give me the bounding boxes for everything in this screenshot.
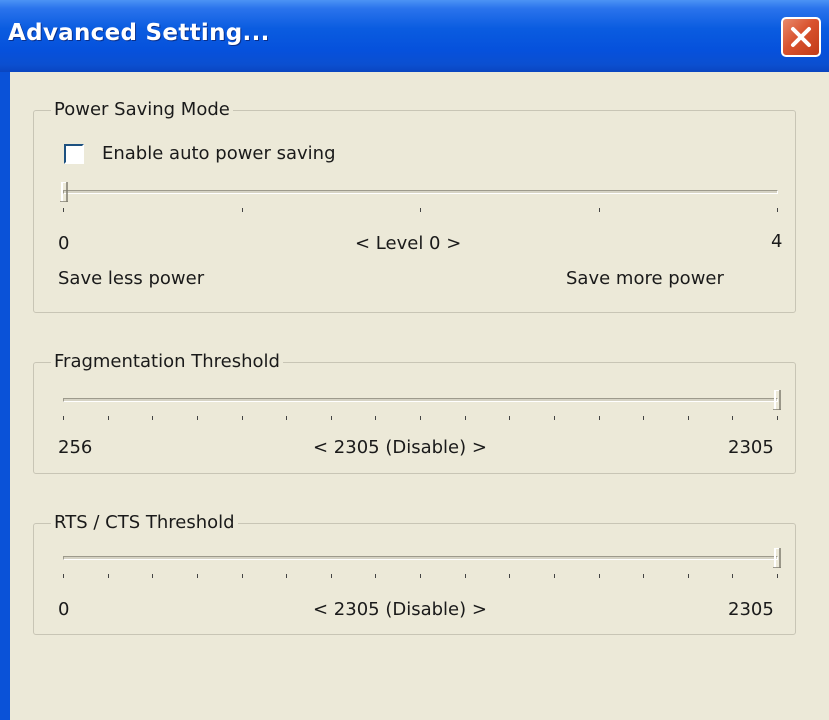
rts-cts-value-label: < 2305 (Disable) > (313, 599, 487, 620)
slider-tick (688, 574, 689, 578)
slider-tick (732, 574, 733, 578)
slider-tick (465, 416, 466, 420)
auto-power-saving-label[interactable]: Enable auto power saving (102, 144, 336, 164)
power-level-value-label: < Level 0 > (355, 233, 462, 254)
slider-tick (242, 574, 243, 578)
window-title: Advanced Setting... (8, 20, 270, 46)
slider-tick (242, 208, 243, 212)
slider-tick (732, 416, 733, 420)
power-level-slider-track[interactable] (63, 190, 778, 194)
slider-tick (331, 416, 332, 420)
slider-tick (554, 574, 555, 578)
fragmentation-slider-track[interactable] (63, 398, 778, 402)
slider-tick (108, 574, 109, 578)
slider-tick (152, 416, 153, 420)
auto-power-saving-checkbox[interactable] (64, 144, 84, 164)
power-level-slider-thumb[interactable] (60, 182, 68, 202)
rts-cts-max-label: 2305 (728, 599, 774, 620)
slider-tick (643, 574, 644, 578)
slider-tick (197, 574, 198, 578)
slider-tick (286, 574, 287, 578)
close-icon (791, 27, 811, 47)
slider-tick (599, 208, 600, 212)
slider-tick (420, 574, 421, 578)
slider-tick (242, 416, 243, 420)
slider-tick (152, 574, 153, 578)
power-level-max-label: 4 (771, 231, 783, 252)
slider-tick (509, 416, 510, 420)
slider-tick (331, 574, 332, 578)
slider-tick (63, 574, 64, 578)
advanced-setting-window: Advanced Setting... Power Saving Mode En… (0, 0, 829, 720)
fragmentation-max-label: 2305 (728, 437, 774, 458)
dialog-client-area: Power Saving Mode Enable auto power savi… (10, 72, 829, 720)
slider-tick (420, 416, 421, 420)
slider-tick (420, 208, 421, 212)
power-saving-group-label: Power Saving Mode (51, 100, 233, 120)
slider-tick (688, 416, 689, 420)
fragmentation-value-label: < 2305 (Disable) > (313, 437, 487, 458)
rts-cts-slider-thumb[interactable] (773, 548, 781, 568)
save-more-power-label: Save more power (566, 268, 724, 289)
power-level-ticks (63, 208, 778, 212)
fragmentation-ticks (63, 416, 778, 420)
fragmentation-slider-thumb[interactable] (773, 390, 781, 410)
slider-tick (375, 416, 376, 420)
slider-tick (509, 574, 510, 578)
slider-tick (63, 208, 64, 212)
close-button[interactable] (781, 17, 821, 57)
slider-tick (465, 574, 466, 578)
slider-tick (286, 416, 287, 420)
slider-tick (599, 574, 600, 578)
rts-cts-slider-track[interactable] (63, 556, 778, 560)
rts-cts-ticks (63, 574, 778, 578)
slider-tick (777, 416, 778, 420)
rts-cts-group-label: RTS / CTS Threshold (51, 513, 238, 533)
slider-tick (777, 574, 778, 578)
rts-cts-min-label: 0 (58, 599, 70, 620)
slider-tick (777, 208, 778, 212)
fragmentation-min-label: 256 (58, 437, 93, 458)
title-bar[interactable]: Advanced Setting... (0, 0, 829, 72)
slider-tick (554, 416, 555, 420)
slider-tick (63, 416, 64, 420)
slider-tick (108, 416, 109, 420)
slider-tick (375, 574, 376, 578)
slider-tick (599, 416, 600, 420)
slider-tick (643, 416, 644, 420)
fragmentation-group-label: Fragmentation Threshold (51, 352, 283, 372)
save-less-power-label: Save less power (58, 268, 205, 289)
slider-tick (197, 416, 198, 420)
power-level-min-label: 0 (58, 233, 70, 254)
